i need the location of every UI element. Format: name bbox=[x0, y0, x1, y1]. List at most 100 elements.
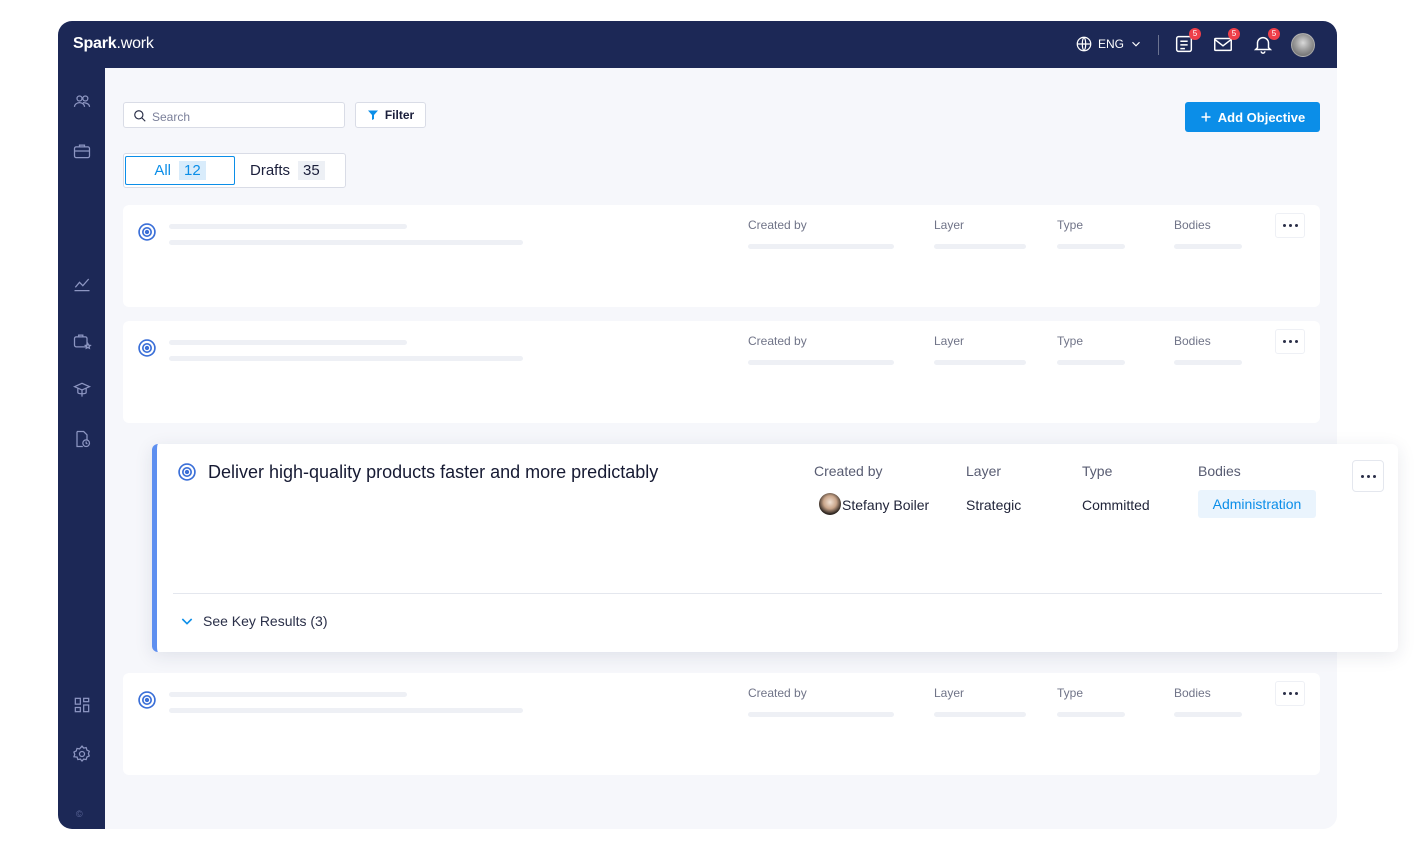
skeleton-created-by bbox=[748, 360, 894, 365]
language-label: ENG bbox=[1098, 37, 1125, 51]
status-tabs: All 12 Drafts 35 bbox=[123, 153, 346, 188]
sidebar: © bbox=[58, 68, 105, 829]
layer-label: Layer bbox=[966, 463, 1002, 479]
creator-avatar bbox=[819, 493, 841, 515]
sidebar-item-documents[interactable] bbox=[72, 429, 92, 449]
copyright: © bbox=[76, 809, 83, 819]
layer-label: Layer bbox=[934, 686, 965, 700]
skeleton-layer bbox=[934, 712, 1026, 717]
more-button[interactable] bbox=[1352, 460, 1384, 492]
notifications-badge: 5 bbox=[1268, 28, 1280, 40]
funnel-icon bbox=[367, 110, 378, 120]
target-icon bbox=[138, 691, 156, 709]
skeleton-subtitle bbox=[169, 356, 523, 361]
layer-label: Layer bbox=[934, 218, 965, 232]
search-placeholder: Search bbox=[152, 110, 191, 124]
document-clock-icon bbox=[76, 430, 91, 448]
tab-all-label: All bbox=[154, 162, 171, 179]
plus-icon bbox=[1201, 112, 1211, 122]
users-icon bbox=[73, 95, 91, 107]
skeleton-created-by bbox=[748, 244, 894, 249]
skeleton-subtitle bbox=[169, 708, 523, 713]
graduation-icon bbox=[72, 382, 92, 397]
objective-card-expanded[interactable]: Deliver high-quality products faster and… bbox=[152, 444, 1398, 652]
type-label: Type bbox=[1057, 218, 1084, 232]
add-objective-button[interactable]: Add Objective bbox=[1185, 102, 1320, 132]
skeleton-bodies bbox=[1174, 360, 1242, 365]
created-by-label: Created by bbox=[814, 463, 883, 479]
skeleton-layer bbox=[934, 360, 1026, 365]
tab-drafts-label: Drafts bbox=[250, 162, 291, 179]
gear-icon bbox=[73, 745, 91, 763]
language-selector[interactable]: ENG bbox=[1075, 35, 1143, 53]
grid-icon bbox=[74, 697, 90, 713]
tab-drafts[interactable]: Drafts 35 bbox=[250, 156, 325, 185]
more-button[interactable] bbox=[1275, 681, 1305, 706]
type-label: Type bbox=[1057, 334, 1084, 348]
more-button[interactable] bbox=[1275, 329, 1305, 354]
layer-value: Strategic bbox=[966, 497, 1022, 513]
bodies-chip[interactable]: Administration bbox=[1198, 490, 1316, 518]
search-icon bbox=[134, 110, 146, 122]
sidebar-item-settings[interactable] bbox=[72, 744, 92, 764]
skeleton-type bbox=[1057, 712, 1125, 717]
logo[interactable]: Spark.work bbox=[73, 35, 154, 53]
created-by-label: Created by bbox=[748, 334, 807, 348]
tasks-badge: 5 bbox=[1189, 28, 1201, 40]
skeleton-type bbox=[1057, 360, 1125, 365]
sidebar-item-work[interactable] bbox=[72, 141, 92, 161]
skeleton-title bbox=[169, 692, 407, 697]
sidebar-item-analytics[interactable] bbox=[72, 274, 92, 294]
search-input[interactable]: Search bbox=[123, 102, 345, 128]
skeleton-created-by bbox=[748, 712, 894, 717]
app-window: Spark.work ENG 5 5 5 © Search Filter Add… bbox=[58, 21, 1337, 829]
created-by-label: Created by bbox=[748, 218, 807, 232]
created-by-label: Created by bbox=[748, 686, 807, 700]
target-icon bbox=[178, 463, 196, 481]
topbar-divider bbox=[1158, 35, 1159, 55]
skeleton-layer bbox=[934, 244, 1026, 249]
tasks-button[interactable]: 5 bbox=[1173, 28, 1201, 55]
filter-label: Filter bbox=[384, 108, 415, 122]
mail-button[interactable]: 5 bbox=[1212, 28, 1240, 55]
see-key-results-label: See Key Results (3) bbox=[203, 613, 328, 629]
skeleton-title bbox=[169, 340, 407, 345]
layer-label: Layer bbox=[934, 334, 965, 348]
objective-card[interactable]: Created by Layer Type Bodies bbox=[123, 673, 1320, 775]
user-avatar[interactable] bbox=[1291, 33, 1315, 57]
objective-title[interactable]: Deliver high-quality products faster and… bbox=[208, 462, 658, 483]
skeleton-subtitle bbox=[169, 240, 523, 245]
tab-all[interactable]: All 12 bbox=[125, 156, 235, 185]
bodies-label: Bodies bbox=[1174, 218, 1211, 232]
creator-name: Stefany Boiler bbox=[842, 497, 930, 513]
sidebar-item-benefits[interactable] bbox=[72, 331, 92, 351]
type-label: Type bbox=[1082, 463, 1113, 479]
notifications-button[interactable]: 5 bbox=[1252, 28, 1280, 55]
skeleton-type bbox=[1057, 244, 1125, 249]
skeleton-title bbox=[169, 224, 407, 229]
chart-icon bbox=[74, 278, 90, 292]
add-objective-label: Add Objective bbox=[1217, 109, 1306, 125]
target-icon bbox=[138, 223, 156, 241]
objective-card[interactable]: Created by Layer Type Bodies bbox=[123, 321, 1320, 423]
skeleton-bodies bbox=[1174, 244, 1242, 249]
tab-all-count: 12 bbox=[178, 161, 206, 180]
chevron-down-icon bbox=[1132, 41, 1140, 47]
type-value: Committed bbox=[1082, 497, 1150, 513]
more-button[interactable] bbox=[1275, 213, 1305, 238]
sidebar-item-dashboard[interactable] bbox=[72, 695, 92, 715]
mail-badge: 5 bbox=[1228, 28, 1240, 40]
chevron-down-icon bbox=[181, 618, 193, 625]
briefcase-star-icon bbox=[73, 334, 92, 350]
tab-drafts-count: 35 bbox=[298, 161, 325, 180]
sidebar-item-people[interactable] bbox=[72, 91, 92, 111]
objective-card[interactable]: Created by Layer Type Bodies bbox=[123, 205, 1320, 307]
sidebar-item-learning[interactable] bbox=[72, 380, 92, 400]
globe-icon bbox=[1076, 36, 1092, 52]
bodies-label: Bodies bbox=[1198, 463, 1241, 479]
type-label: Type bbox=[1057, 686, 1084, 700]
filter-button[interactable]: Filter bbox=[355, 102, 426, 128]
target-icon bbox=[138, 339, 156, 357]
see-key-results-toggle[interactable]: See Key Results (3) bbox=[179, 613, 328, 629]
card-divider bbox=[173, 593, 1382, 594]
